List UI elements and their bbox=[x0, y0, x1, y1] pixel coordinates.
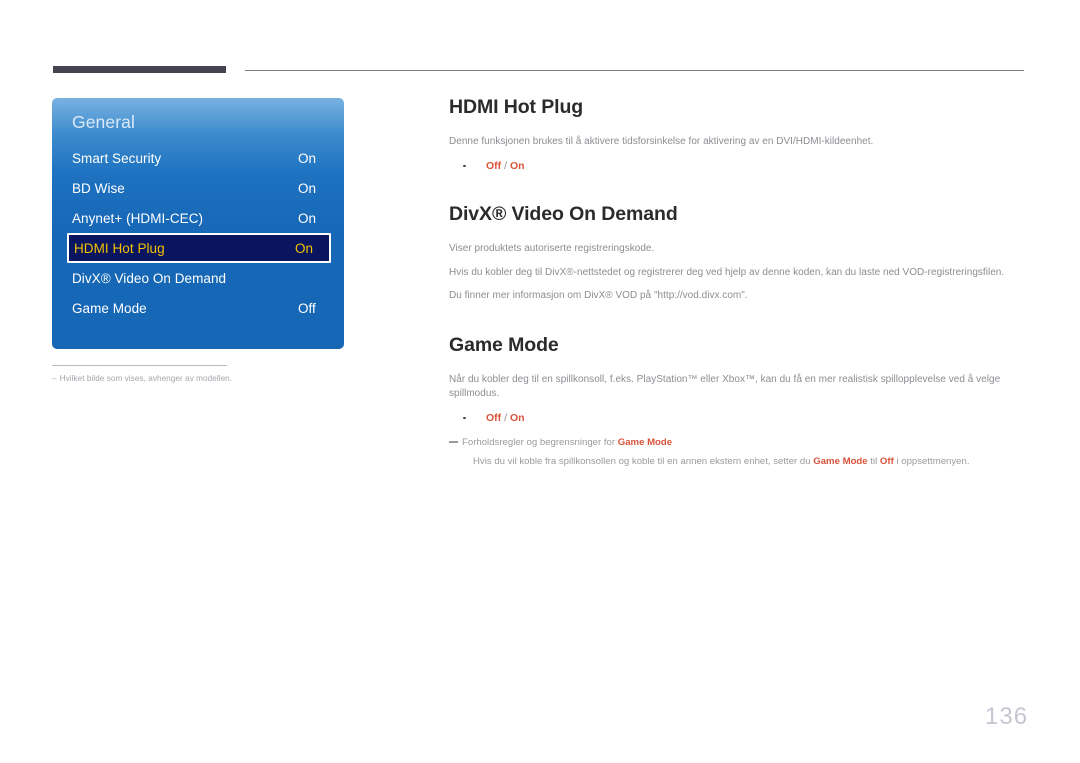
option-item: Off / On bbox=[449, 411, 1027, 426]
section-paragraph: Når du kobler deg til en spillkonsoll, f… bbox=[449, 373, 1001, 400]
section-title-divx-video-on-demand: DivX® Video On Demand bbox=[449, 203, 678, 226]
osd-row-value: On bbox=[298, 150, 317, 166]
osd-row-value: On bbox=[298, 180, 317, 196]
osd-row-value: On bbox=[295, 240, 314, 256]
osd-row-label: DivX® Video On Demand bbox=[72, 270, 227, 286]
section-title-hdmi-hot-plug: HDMI Hot Plug bbox=[449, 96, 584, 118]
article-column: HDMI Hot Plug Denne funksjonen brukes ti… bbox=[449, 96, 1027, 469]
osd-row-label: Game Mode bbox=[72, 300, 147, 316]
header-accent-bar bbox=[53, 66, 226, 73]
footnote-dash-icon: – bbox=[52, 374, 57, 383]
caution-body-keyword-game-mode: Game Mode bbox=[813, 455, 868, 467]
caution-heading-prefix: Forholdsregler og begrensninger for bbox=[462, 437, 618, 449]
osd-row-label: Smart Security bbox=[72, 150, 162, 166]
section-paragraph: Viser produktets autoriserte registrerin… bbox=[449, 243, 655, 255]
osd-row-divx-video-on-demand[interactable]: DivX® Video On Demand bbox=[52, 263, 344, 293]
osd-row-value: Off bbox=[298, 300, 316, 316]
header-divider-line bbox=[245, 70, 1024, 71]
osd-row-value: On bbox=[298, 210, 317, 226]
osd-row-label: HDMI Hot Plug bbox=[74, 240, 165, 256]
caution-body-part1: Hvis du vil koble fra spillkonsollen og … bbox=[473, 455, 814, 467]
option-value-off: Off bbox=[486, 411, 502, 424]
caution-heading-keyword: Game Mode bbox=[617, 437, 673, 449]
option-value-on: On bbox=[509, 411, 525, 424]
osd-row-bd-wise[interactable]: BD Wise On bbox=[52, 173, 344, 203]
option-separator: / bbox=[501, 411, 510, 424]
caution-body-part2: til bbox=[867, 455, 880, 467]
caution-body-keyword-off: Off bbox=[879, 455, 894, 467]
option-item: Off / On bbox=[449, 159, 1027, 174]
osd-row-label: BD Wise bbox=[72, 180, 125, 196]
caution-body: Hvis du vil koble fra spillkonsollen og … bbox=[449, 455, 1027, 469]
option-separator: / bbox=[501, 159, 510, 172]
osd-footnote-text: – Hvilket bilde som vises, avhenger av mo… bbox=[52, 374, 232, 383]
osd-row-game-mode[interactable]: Game Mode Off bbox=[52, 293, 344, 323]
footnote-label: Hvilket bilde som vises, avhenger av mod… bbox=[59, 374, 233, 383]
osd-footnote: – Hvilket bilde som vises, avhenger av mo… bbox=[52, 365, 232, 383]
option-value-on: On bbox=[509, 159, 525, 172]
section-paragraph: Hvis du kobler deg til DivX®-nettstedet … bbox=[449, 266, 1005, 278]
option-list-game-mode: Off / On bbox=[449, 411, 1027, 426]
caution-block: Forholdsregler og begrensninger for Game… bbox=[449, 436, 1027, 468]
section-title-game-mode: Game Mode bbox=[449, 333, 559, 356]
page-number: 136 bbox=[985, 703, 1029, 730]
page-header bbox=[0, 0, 1080, 80]
option-value-off: Off bbox=[486, 159, 502, 172]
osd-menu-title: General bbox=[72, 112, 135, 132]
osd-row-smart-security[interactable]: Smart Security On bbox=[52, 143, 344, 173]
left-column: General Smart Security On BD Wise On Any… bbox=[52, 98, 344, 383]
osd-footnote-divider bbox=[52, 365, 227, 366]
osd-row-hdmi-hot-plug[interactable]: HDMI Hot Plug On bbox=[67, 233, 331, 263]
osd-row-anynet-hdmi-cec[interactable]: Anynet+ (HDMI-CEC) On bbox=[52, 203, 344, 233]
option-list-hdmi-hot-plug: Off / On bbox=[449, 159, 1027, 174]
osd-row-label: Anynet+ (HDMI-CEC) bbox=[72, 210, 204, 226]
caution-body-part3: i oppsettmenyen. bbox=[893, 455, 970, 467]
section-paragraph: Du finner mer informasjon om DivX® VOD p… bbox=[449, 290, 748, 302]
section-paragraph: Denne funksjonen brukes til å aktivere t… bbox=[449, 136, 874, 147]
osd-menu-panel: General Smart Security On BD Wise On Any… bbox=[52, 98, 344, 349]
caution-heading: Forholdsregler og begrensninger for Game… bbox=[449, 436, 1027, 449]
